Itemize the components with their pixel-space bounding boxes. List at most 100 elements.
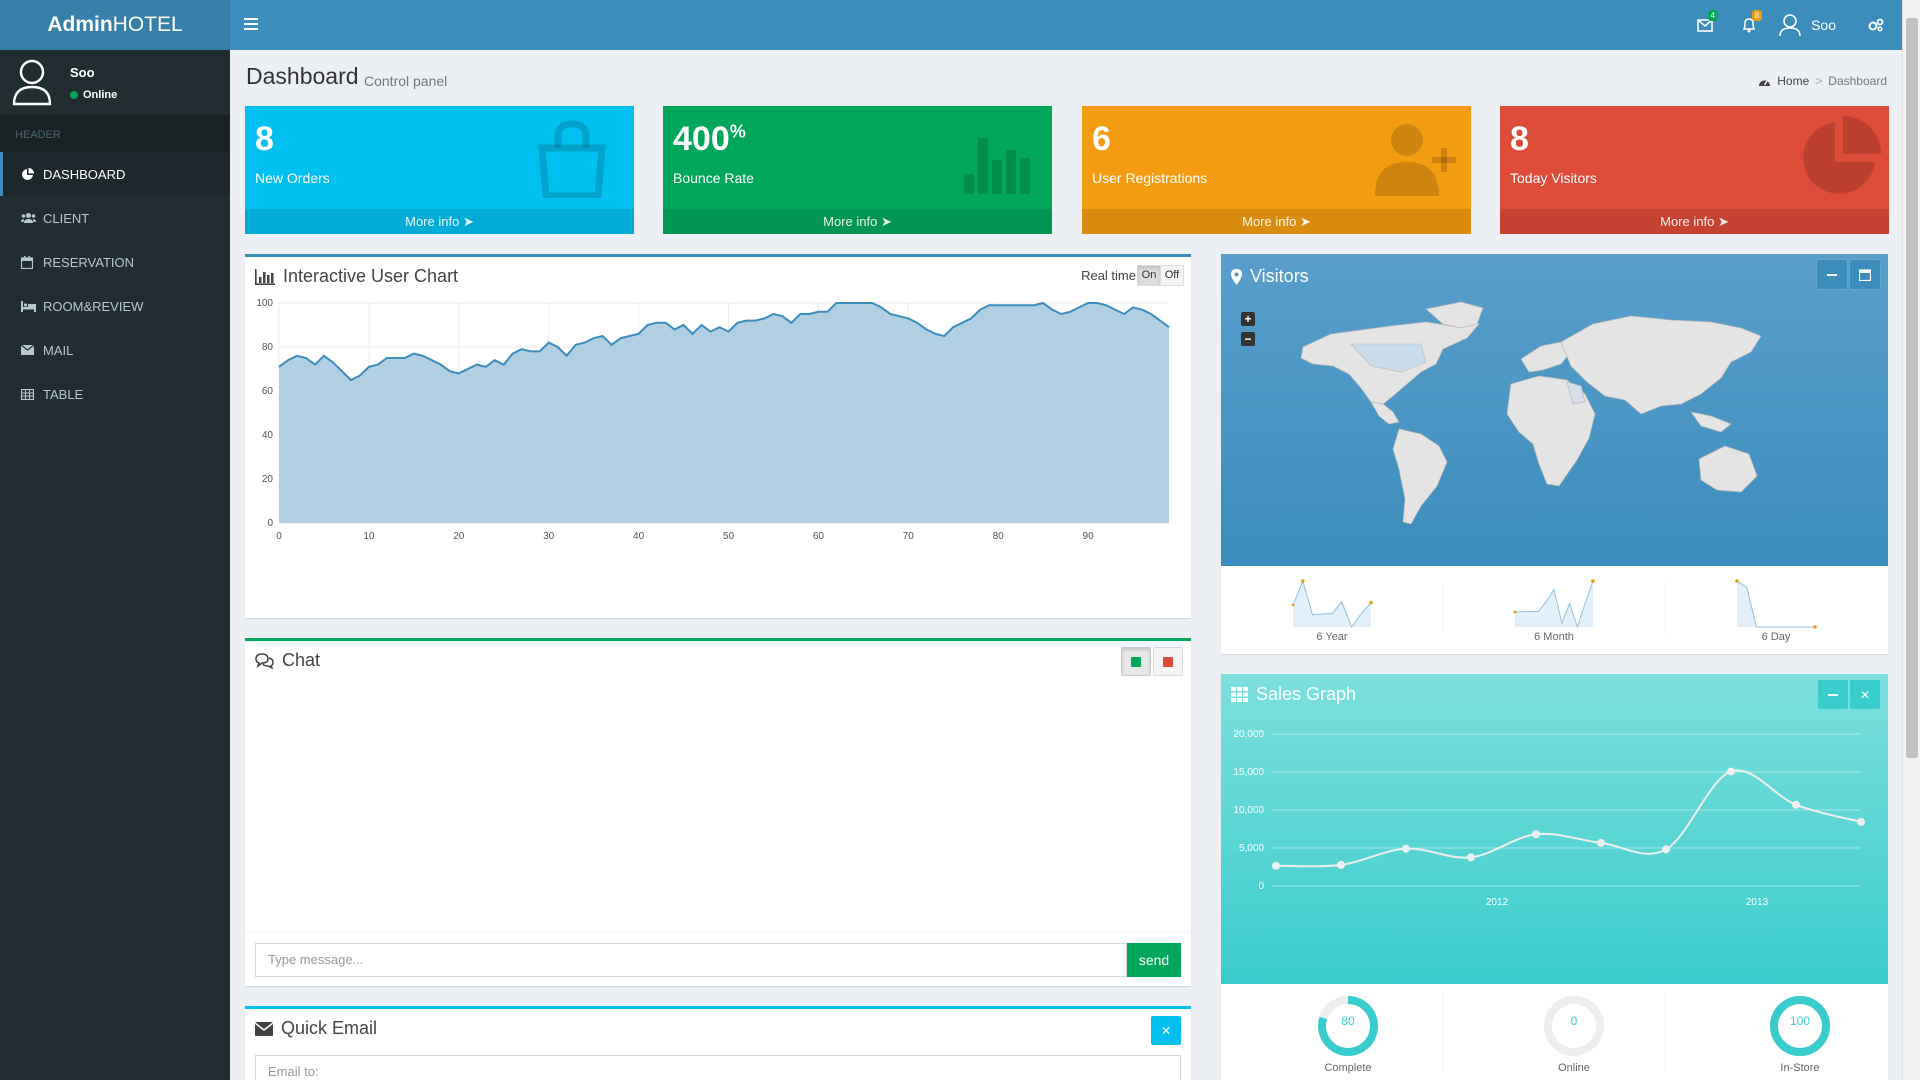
stat-label: User Registrations — [1092, 170, 1208, 186]
user-menu[interactable]: Soo — [1771, 0, 1854, 50]
arrow-circle-right-icon: ➤ — [1299, 214, 1311, 229]
stat-value: 6 — [1092, 120, 1111, 158]
breadcrumb-home-link[interactable]: Home — [1777, 74, 1809, 88]
stat-box-user-registrations: 6 User Registrations More info ➤ — [1082, 106, 1471, 234]
status-offline-button[interactable] — [1153, 647, 1183, 676]
sidebar-item-reservation[interactable]: RESERVATION — [0, 240, 230, 284]
close-button[interactable]: ✕ — [1850, 680, 1880, 709]
realtime-on-button[interactable]: On — [1137, 265, 1161, 286]
realtime-off-button[interactable]: Off — [1160, 265, 1184, 286]
breadcrumb-current: Dashboard — [1828, 74, 1887, 88]
x-tick-label: 50 — [723, 531, 735, 542]
stat-value: 400% — [673, 120, 746, 158]
sales-graph-panel: Sales Graph ✕ 0 5,000 10,000 15,000 20,000 20… — [1221, 674, 1888, 984]
x-tick-label: 70 — [903, 531, 915, 542]
area-fill — [279, 303, 1169, 523]
sidebar-item-dashboard[interactable]: DASHBOARD — [0, 152, 230, 196]
more-info-link[interactable]: More info ➤ — [663, 209, 1052, 234]
sales-line-chart: 0 5,000 10,000 15,000 20,000 2012 2013 — [1233, 729, 1865, 908]
x-tick-label: 30 — [543, 531, 555, 542]
sidebar-user-name: Soo — [70, 65, 95, 80]
settings-button[interactable] — [1854, 0, 1898, 50]
interactive-user-area-chart: 0 20 40 60 80 100 0 10 20 30 40 50 60 70 80 90 — [256, 298, 1170, 542]
notifications-button[interactable]: 8 — [1727, 0, 1771, 50]
th-icon — [1231, 687, 1248, 702]
sparkline-end-point — [1591, 579, 1595, 583]
data-point — [1857, 817, 1865, 826]
x-tick-label: 40 — [633, 531, 645, 542]
stat-value: 8 — [1510, 120, 1529, 158]
page-subtitle: Control panel — [364, 73, 448, 89]
x-tick-label: 90 — [1083, 531, 1095, 542]
y-tick-label: 100 — [256, 298, 273, 309]
world-map — [1300, 301, 1762, 525]
user-plus-icon — [1375, 124, 1456, 196]
sparkline-end-point — [1369, 600, 1373, 605]
stat-label: Today Visitors — [1510, 170, 1597, 186]
sparkline-end-point — [1813, 625, 1817, 629]
sidebar-header: HEADER — [0, 115, 230, 152]
x-tick-label: 80 — [993, 531, 1005, 542]
square-icon — [1131, 656, 1141, 667]
comments-icon — [255, 652, 274, 669]
y-tick-label: 0 — [267, 518, 273, 529]
interactive-chart-box: Interactive User Chart Real time On Off … — [245, 254, 1191, 618]
chat-message-input[interactable]: Type message... — [255, 943, 1127, 977]
collapse-button[interactable] — [1818, 680, 1848, 709]
bar-chart-icon — [255, 268, 275, 285]
knob-value: 80 — [1341, 1014, 1355, 1028]
box-title: Chat — [255, 650, 320, 671]
data-point — [1467, 853, 1475, 862]
pie-chart-icon — [1803, 116, 1881, 194]
x-tick-label: 20 — [453, 531, 465, 542]
sparkline-label: 6 Year — [1316, 631, 1348, 643]
sparkline-start-point — [1735, 579, 1739, 583]
envelope-icon — [255, 1021, 273, 1036]
sidebar-item-client[interactable]: CLIENT — [0, 196, 230, 240]
series-line — [1275, 769, 1862, 868]
scrollbar-thumb[interactable] — [1906, 18, 1918, 758]
more-info-link[interactable]: More info ➤ — [1082, 209, 1471, 234]
sidebar-user-panel: Soo Online — [0, 50, 230, 115]
sidebar-item-mail[interactable]: MAIL — [0, 328, 230, 372]
table-icon — [21, 388, 43, 400]
visitors-box: Visitors + − 6 Year 6 Month 6 Day — [1221, 254, 1888, 654]
y-tick-label: 0 — [1258, 881, 1264, 892]
sparkline-area — [1515, 581, 1593, 627]
email-to-input[interactable]: Email to: — [255, 1055, 1181, 1080]
app-logo[interactable]: AdminHOTEL — [0, 0, 230, 50]
sidebar-item-table[interactable]: TABLE — [0, 372, 230, 416]
divider — [245, 931, 1191, 932]
y-tick-label: 5,000 — [1239, 843, 1264, 854]
sidebar-item-room-review[interactable]: ROOM&REVIEW — [0, 284, 230, 328]
x-tick-label: 60 — [813, 531, 825, 542]
realtime-label: Real time — [1081, 268, 1136, 283]
chat-send-button[interactable]: send — [1127, 943, 1181, 977]
sparkline-label: 6 Day — [1761, 631, 1791, 643]
page-scrollbar[interactable] — [1902, 0, 1920, 1080]
sparkline-label: 6 Month — [1534, 631, 1574, 643]
knob-label: In-Store — [1780, 1062, 1820, 1074]
knob-value: 100 — [1789, 1014, 1811, 1028]
more-info-link[interactable]: More info ➤ — [245, 209, 634, 234]
status-online-button[interactable] — [1121, 647, 1151, 676]
box-title: Sales Graph — [1231, 684, 1356, 705]
top-navbar: 4 8 Soo — [230, 0, 1902, 50]
sparkline-area — [1737, 581, 1815, 627]
y-tick-label: 10,000 — [1233, 805, 1264, 816]
south-america — [1392, 428, 1448, 525]
knob-label: Online — [1558, 1062, 1590, 1074]
data-point — [1727, 767, 1735, 776]
close-button[interactable]: ✕ — [1151, 1016, 1181, 1045]
sidebar-toggle-icon[interactable] — [244, 15, 258, 35]
y-tick-label: 80 — [262, 342, 274, 353]
x-tick-label: 0 — [276, 531, 282, 542]
messages-count-badge: 4 — [1707, 10, 1719, 21]
stat-label: New Orders — [255, 170, 330, 186]
data-point — [1792, 800, 1800, 809]
more-info-link[interactable]: More info ➤ — [1500, 209, 1889, 234]
users-icon — [21, 212, 43, 224]
messages-button[interactable]: 4 — [1683, 0, 1727, 50]
box-title: Interactive User Chart — [255, 266, 458, 287]
envelope-icon — [21, 345, 43, 355]
